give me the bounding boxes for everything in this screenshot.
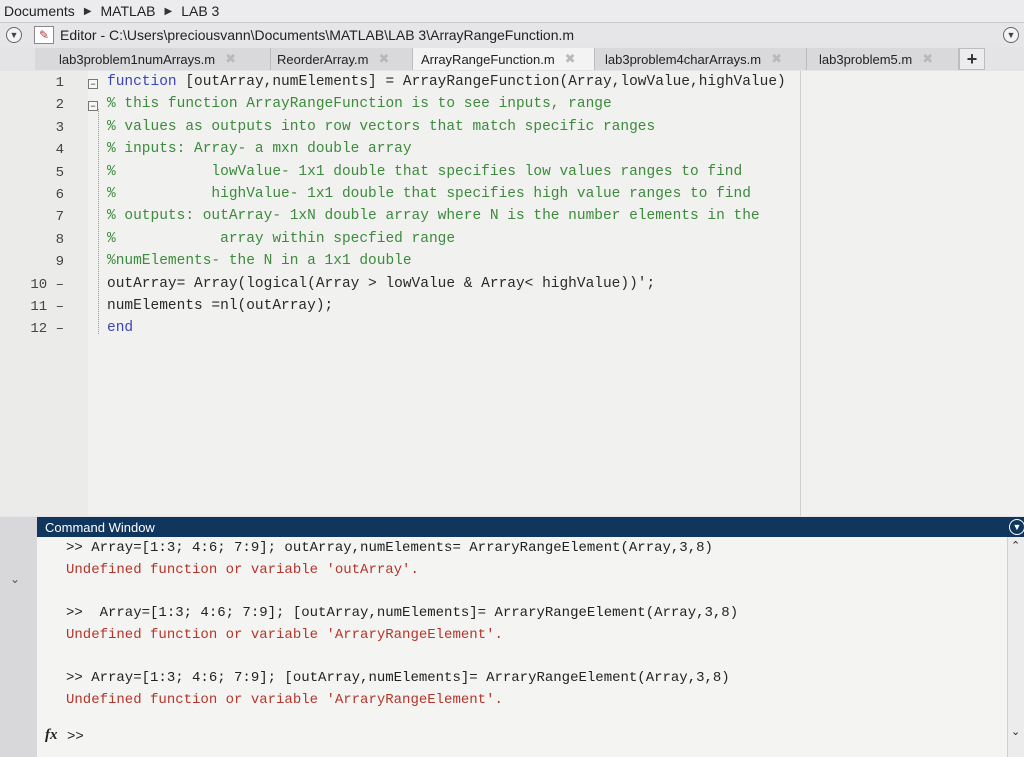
right-margin-line (800, 71, 801, 516)
chevron-down-icon[interactable]: ▼ (1009, 519, 1024, 535)
plus-icon[interactable]: + (959, 48, 985, 70)
command-prompt[interactable]: >> (67, 729, 84, 745)
close-icon[interactable]: ✖ (922, 51, 933, 67)
comment-token: % outputs: outArray- 1xN double array wh… (107, 208, 760, 225)
tab-label: lab3problem5.m (819, 51, 913, 67)
tab-label: lab3problem4charArrays.m (605, 51, 762, 67)
comment-token: %numElements- the N in a 1x1 double (107, 253, 412, 270)
code-line[interactable]: % this function ArrayRangeFunction is to… (107, 96, 612, 112)
line-number: 11 – (30, 299, 64, 315)
error-message: Undefined function or variable 'outArray… (66, 562, 419, 578)
comment-token: % this function ArrayRangeFunction is to… (107, 96, 612, 113)
code-line[interactable]: function [outArray,numElements] = ArrayR… (107, 74, 786, 90)
chevron-down-icon[interactable]: ⌄ (1011, 725, 1020, 738)
code-line[interactable]: % lowValue- 1x1 double that specifies lo… (107, 164, 742, 180)
breadcrumb-matlab[interactable]: MATLAB (101, 3, 156, 19)
line-number: 10 – (30, 276, 64, 293)
close-icon[interactable]: ✖ (771, 51, 782, 67)
line-number: 1 (55, 75, 64, 91)
line-number: 6 (55, 187, 64, 203)
command-window[interactable]: >> Array=[1:3; 4:6; 7:9]; outArray,numEl… (37, 537, 1007, 757)
code-line[interactable]: % values as outputs into row vectors tha… (107, 119, 655, 135)
code-line[interactable]: outArray= Array(logical(Array > lowValue… (107, 276, 655, 292)
tab-label: ArrayRangeFunction.m (421, 51, 555, 67)
line-gutter (0, 71, 88, 516)
line-number: 2 (55, 97, 64, 114)
keyword-token: end (107, 320, 134, 337)
keyword-token: function (107, 74, 177, 90)
close-icon[interactable]: ✖ (379, 51, 390, 67)
line-number: 12 – (30, 321, 64, 338)
command-window-title-bar: Command Window ▼ (37, 517, 1024, 537)
comment-token: % values as outputs into row vectors tha… (107, 118, 656, 135)
tab-lab3problem5[interactable]: lab3problem5.m ✖ (807, 48, 959, 70)
command-window-title: Command Window (45, 519, 155, 535)
edit-pencil-icon: ✎ (34, 26, 54, 44)
line-number: 7 (55, 209, 64, 226)
error-message: Undefined function or variable 'ArraryRa… (66, 692, 503, 708)
tab-lab3problem1numarrays[interactable]: lab3problem1numArrays.m ✖ (35, 48, 271, 70)
code-line[interactable]: % inputs: Array- a mxn double array (107, 141, 412, 157)
tab-label: ReorderArray.m (277, 51, 369, 67)
tab-label: lab3problem1numArrays.m (59, 51, 216, 67)
code-line[interactable]: numElements =nl(outArray); (107, 298, 333, 314)
fold-toggle-icon[interactable]: − (88, 79, 98, 89)
code-token: [outArray,numElements] = ArrayRangeFunct… (176, 74, 786, 90)
comment-token: % array within specfied range (107, 230, 456, 247)
tab-reorderarray[interactable]: ReorderArray.m ✖ (271, 48, 413, 70)
left-panel-strip: ⌄ (0, 517, 37, 757)
code-editor[interactable] (0, 71, 1024, 516)
chevron-down-icon[interactable]: ▼ (6, 27, 22, 43)
command-entry: >> Array=[1:3; 4:6; 7:9]; [outArray,numE… (66, 670, 730, 686)
close-icon[interactable]: ✖ (565, 51, 576, 67)
editor-title-bar: ▼ ✎ Editor - C:\Users\preciousvann\Docum… (0, 23, 1024, 47)
tab-arrayrangefunction[interactable]: ArrayRangeFunction.m ✖ (413, 48, 595, 70)
chevron-down-icon[interactable]: ▼ (1003, 27, 1019, 43)
code-token: numElements =nl(outArray); (107, 298, 334, 314)
command-window-scrollbar[interactable]: ⌃ ⌄ (1007, 537, 1024, 757)
editor-title: Editor - C:\Users\preciousvann\Documents… (60, 27, 575, 43)
tab-lab3problem4chararrays[interactable]: lab3problem4charArrays.m ✖ (595, 48, 807, 70)
command-entry: >> Array=[1:3; 4:6; 7:9]; outArray,numEl… (66, 540, 713, 556)
command-entry: >> Array=[1:3; 4:6; 7:9]; [outArray,numE… (66, 605, 739, 621)
chevron-down-icon[interactable]: ⌄ (10, 572, 20, 586)
code-line[interactable]: %numElements- the N in a 1x1 double (107, 253, 412, 269)
fold-toggle-icon[interactable]: − (88, 101, 98, 112)
breadcrumb: Documents ▶ MATLAB ▶ LAB 3 (0, 0, 1024, 23)
line-number: 8 (55, 231, 64, 248)
chevron-right-icon: ▶ (83, 5, 92, 17)
fold-guide (98, 109, 100, 334)
fx-icon[interactable]: fx (45, 727, 58, 744)
close-icon[interactable]: ✖ (225, 51, 236, 67)
code-token: outArray= Array(logical(Array > lowValue… (107, 275, 656, 292)
chevron-up-icon[interactable]: ⌃ (1011, 539, 1020, 552)
comment-token: % lowValue- 1x1 double that specifies lo… (107, 163, 743, 180)
error-message: Undefined function or variable 'ArraryRa… (66, 627, 503, 643)
chevron-right-icon: ▶ (164, 5, 173, 17)
line-number: 5 (55, 164, 64, 181)
breadcrumb-documents[interactable]: Documents (4, 3, 75, 19)
line-number: 3 (55, 119, 64, 136)
breadcrumb-lab3[interactable]: LAB 3 (181, 3, 219, 19)
code-line[interactable]: end (107, 320, 133, 336)
editor-tabs: lab3problem1numArrays.m ✖ ReorderArray.m ✖… (35, 48, 985, 70)
line-number: 4 (55, 142, 64, 159)
line-number: 9 (55, 254, 64, 271)
code-line[interactable]: % highValue- 1x1 double that specifies h… (107, 186, 751, 202)
comment-token: % highValue- 1x1 double that specifies h… (107, 186, 751, 202)
comment-token: % inputs: Array- a mxn double array (107, 141, 412, 158)
code-line[interactable]: % array within specfied range (107, 231, 455, 247)
code-line[interactable]: % outputs: outArray- 1xN double array wh… (107, 208, 760, 224)
